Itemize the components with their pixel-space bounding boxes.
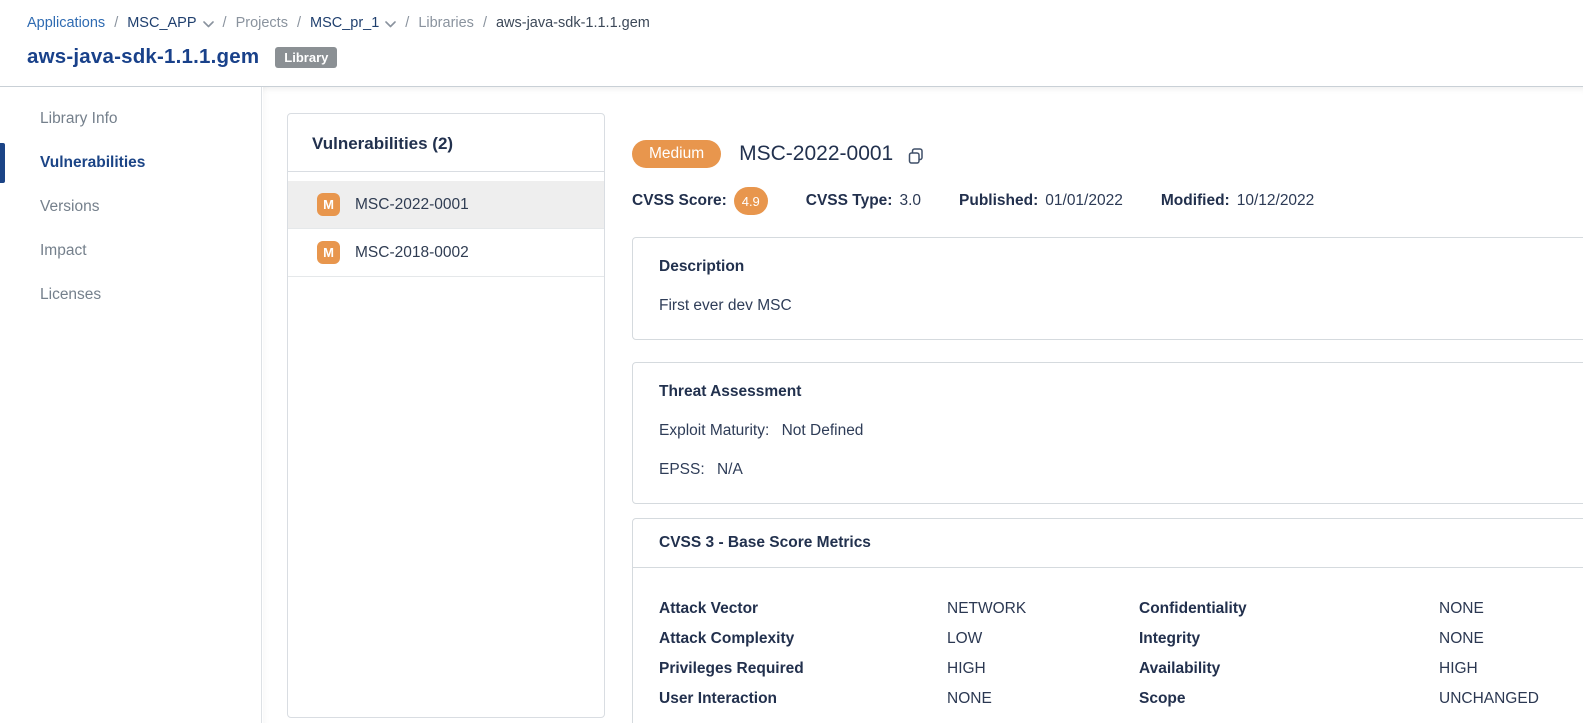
copy-icon[interactable] bbox=[907, 147, 925, 165]
sidebar-item-label: Vulnerabilities bbox=[40, 154, 145, 172]
vulnerability-title: MSC-2022-0001 bbox=[739, 142, 893, 166]
vulnerability-detail-panel: Medium MSC-2022-0001 CVSS Score: 4.9 CVS… bbox=[632, 140, 1583, 723]
breadcrumb-application-selector[interactable]: MSC_APP bbox=[127, 14, 213, 32]
breadcrumb-applications[interactable]: Applications bbox=[27, 15, 105, 31]
sidebar-item-library-info[interactable]: Library Info bbox=[0, 97, 261, 141]
sidebar-item-versions[interactable]: Versions bbox=[0, 185, 261, 229]
severity-badge: Medium bbox=[632, 140, 721, 168]
sidebar-item-label: Impact bbox=[40, 242, 87, 260]
metric-label: Privileges Required bbox=[659, 654, 947, 684]
sidebar-item-vulnerabilities[interactable]: Vulnerabilities bbox=[0, 141, 261, 185]
page-header: aws-java-sdk-1.1.1.gem Library bbox=[27, 45, 337, 69]
list-item-msc-2022-0001[interactable]: M MSC-2022-0001 bbox=[288, 181, 604, 229]
active-indicator bbox=[0, 143, 5, 183]
page-title: aws-java-sdk-1.1.1.gem bbox=[27, 45, 259, 69]
cvss-metrics-grid: Attack Vector NETWORK Confidentiality NO… bbox=[633, 568, 1583, 723]
breadcrumb-projects: Projects bbox=[236, 15, 288, 31]
library-type-badge: Library bbox=[275, 47, 337, 68]
sidebar-item-impact[interactable]: Impact bbox=[0, 229, 261, 273]
breadcrumb-separator: / bbox=[223, 15, 227, 31]
metric-label: User Interaction bbox=[659, 684, 947, 714]
severity-indicator: M bbox=[317, 241, 340, 264]
metric-value: NONE bbox=[1439, 624, 1583, 654]
metric-value: NONE bbox=[947, 684, 1139, 714]
metric-value: HIGH bbox=[947, 654, 1139, 684]
vulnerability-meta-row: CVSS Score: 4.9 CVSS Type: 3.0 Published… bbox=[632, 187, 1583, 215]
modified-date: Modified: 10/12/2022 bbox=[1161, 192, 1314, 210]
cvss-metrics-title: CVSS 3 - Base Score Metrics bbox=[633, 519, 1583, 568]
breadcrumb-separator: / bbox=[483, 15, 487, 31]
severity-indicator: M bbox=[317, 193, 340, 216]
metric-value: NONE bbox=[1439, 594, 1583, 624]
sidebar-item-label: Licenses bbox=[40, 286, 101, 304]
vulnerability-id: MSC-2018-0002 bbox=[355, 244, 469, 262]
metric-label: Attack Vector bbox=[659, 594, 947, 624]
library-detail-page: Applications / MSC_APP / Projects / MSC_… bbox=[0, 0, 1583, 723]
epss-row: EPSS: N/A bbox=[659, 461, 1583, 479]
breadcrumb-separator: / bbox=[405, 15, 409, 31]
sidebar-item-label: Versions bbox=[40, 198, 99, 216]
cvss-base-score-metrics-card: CVSS 3 - Base Score Metrics Attack Vecto… bbox=[632, 518, 1583, 723]
breadcrumb-current-library: aws-java-sdk-1.1.1.gem bbox=[496, 15, 650, 31]
metric-label: Availability bbox=[1139, 654, 1439, 684]
cvss-score-label: CVSS Score: bbox=[632, 192, 727, 210]
cvss-type-label: CVSS Type: bbox=[806, 192, 893, 210]
cvss-type-value: 3.0 bbox=[899, 192, 921, 210]
cvss-score: CVSS Score: 4.9 bbox=[632, 187, 768, 215]
description-title: Description bbox=[659, 258, 1583, 276]
exploit-maturity-row: Exploit Maturity: Not Defined bbox=[659, 422, 1583, 440]
chevron-down-icon bbox=[203, 16, 214, 32]
epss-value: N/A bbox=[717, 461, 743, 478]
breadcrumb-libraries: Libraries bbox=[418, 15, 474, 31]
vulnerabilities-list-panel: Vulnerabilities (2) M MSC-2022-0001 M MS… bbox=[287, 113, 605, 718]
breadcrumb-separator: / bbox=[297, 15, 301, 31]
breadcrumb-separator: / bbox=[114, 15, 118, 31]
epss-label: EPSS: bbox=[659, 461, 705, 478]
vulnerabilities-list: M MSC-2022-0001 M MSC-2018-0002 bbox=[288, 172, 604, 277]
exploit-maturity-label: Exploit Maturity: bbox=[659, 422, 769, 439]
exploit-maturity-value: Not Defined bbox=[782, 422, 864, 439]
metric-value: UNCHANGED bbox=[1439, 684, 1583, 714]
metric-label: Scope bbox=[1139, 684, 1439, 714]
metric-value: LOW bbox=[947, 624, 1139, 654]
published-label: Published: bbox=[959, 192, 1038, 210]
modified-label: Modified: bbox=[1161, 192, 1230, 210]
sidebar-item-licenses[interactable]: Licenses bbox=[0, 273, 261, 317]
cvss-type: CVSS Type: 3.0 bbox=[806, 192, 921, 210]
cvss-score-badge: 4.9 bbox=[734, 187, 768, 215]
metric-label: Attack Complexity bbox=[659, 624, 947, 654]
sidebar-item-label: Library Info bbox=[40, 110, 118, 128]
description-text: First ever dev MSC bbox=[659, 297, 1583, 315]
detail-title-row: Medium MSC-2022-0001 bbox=[632, 140, 1583, 168]
modified-value: 10/12/2022 bbox=[1237, 192, 1315, 210]
list-item-msc-2018-0002[interactable]: M MSC-2018-0002 bbox=[288, 229, 604, 277]
threat-assessment-card: Threat Assessment Exploit Maturity: Not … bbox=[632, 362, 1583, 504]
breadcrumb-project-label: MSC_pr_1 bbox=[310, 15, 379, 31]
chevron-down-icon bbox=[385, 16, 396, 32]
sidebar: Library Info Vulnerabilities Versions Im… bbox=[0, 87, 262, 723]
breadcrumb-project-selector[interactable]: MSC_pr_1 bbox=[310, 14, 396, 32]
metric-label: Confidentiality bbox=[1139, 594, 1439, 624]
breadcrumb: Applications / MSC_APP / Projects / MSC_… bbox=[27, 14, 650, 32]
vulnerability-id: MSC-2022-0001 bbox=[355, 196, 469, 214]
threat-assessment-title: Threat Assessment bbox=[659, 383, 1583, 401]
metric-label: Integrity bbox=[1139, 624, 1439, 654]
vulnerabilities-list-title: Vulnerabilities (2) bbox=[288, 114, 604, 172]
published-value: 01/01/2022 bbox=[1045, 192, 1123, 210]
breadcrumb-app-label: MSC_APP bbox=[127, 15, 196, 31]
published-date: Published: 01/01/2022 bbox=[959, 192, 1123, 210]
metric-value: HIGH bbox=[1439, 654, 1583, 684]
main-content: Vulnerabilities (2) M MSC-2022-0001 M MS… bbox=[263, 87, 1583, 723]
description-card: Description First ever dev MSC bbox=[632, 237, 1583, 340]
metric-value: NETWORK bbox=[947, 594, 1139, 624]
